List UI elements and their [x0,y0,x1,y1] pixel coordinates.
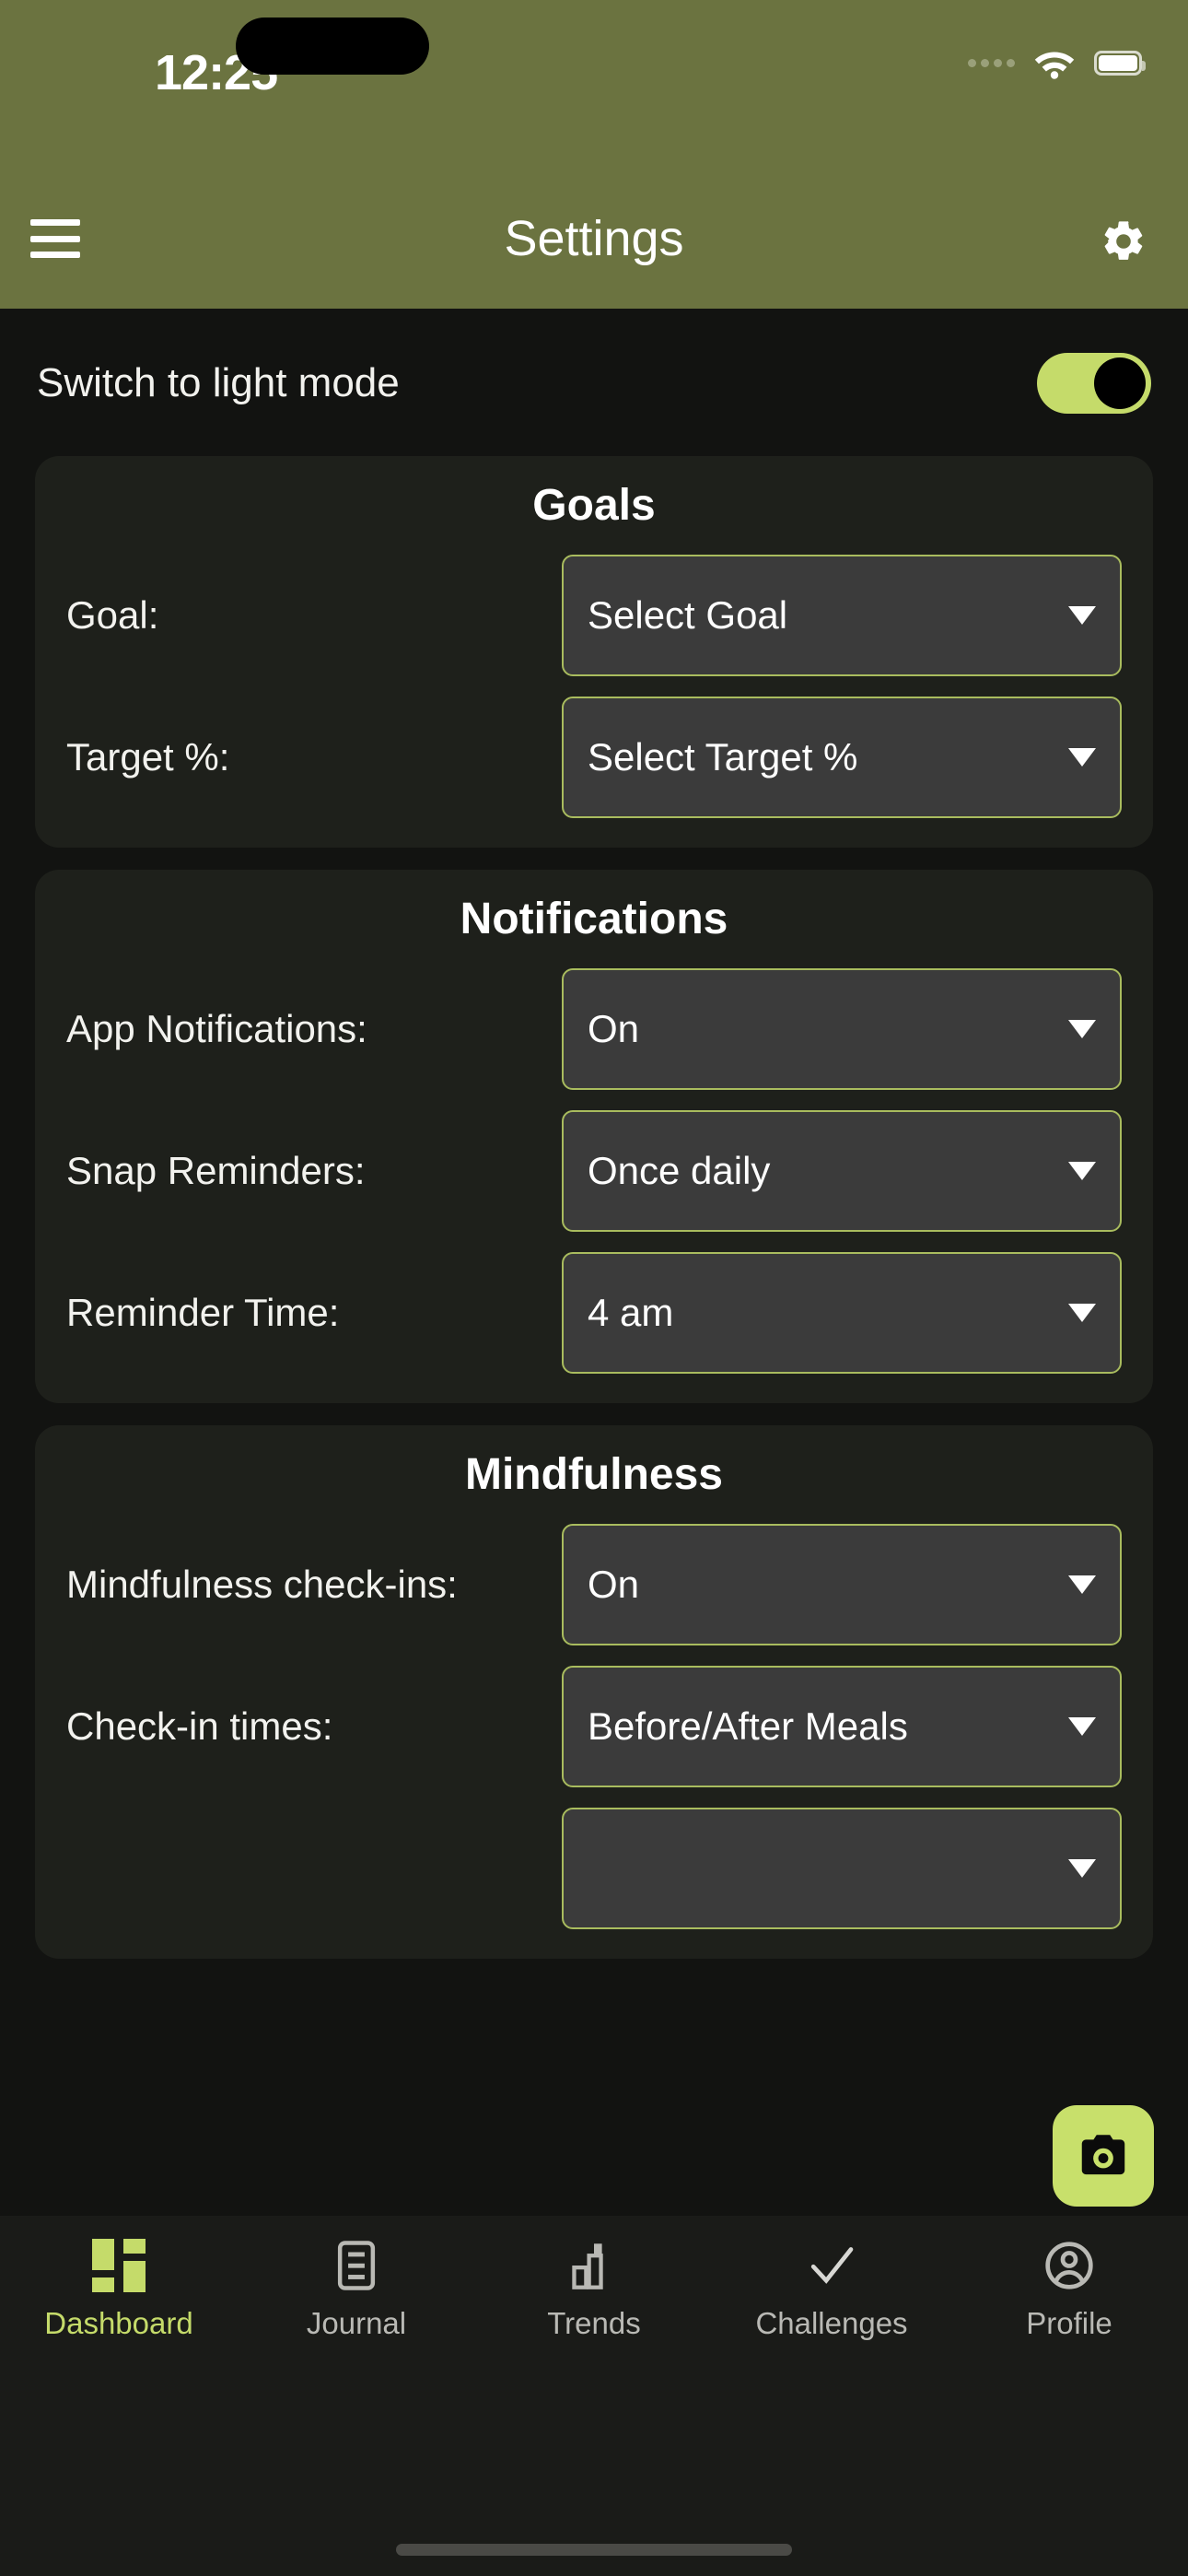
nav-item-profile[interactable]: Profile [950,2238,1188,2341]
setting-row-partial [66,1808,1122,1929]
select-reminder-time-value: 4 am [588,1291,674,1334]
nav-label-profile: Profile [1026,2306,1112,2340]
chevron-down-icon [1068,748,1096,767]
home-indicator [396,2544,792,2556]
setting-row-reminder-time: Reminder Time: 4 am [66,1252,1122,1374]
select-snap-reminders-value: Once daily [588,1149,771,1192]
select-goal[interactable]: Select Goal [562,555,1122,676]
setting-label-goal: Goal: [66,593,159,637]
section-card-mindfulness: Mindfulness Mindfulness check-ins: On Ch… [35,1425,1153,1959]
setting-row-checkin-times: Check-in times: Before/After Meals [66,1666,1122,1787]
camera-icon [1081,2135,1125,2175]
select-reminder-time[interactable]: 4 am [562,1252,1122,1374]
toggle-knob [1094,357,1146,409]
section-title-goals: Goals [532,481,656,530]
bottom-navigation-bar: Dashboard Journal Trends Challenges Prof… [0,2216,1188,2576]
nav-item-challenges[interactable]: Challenges [713,2238,950,2341]
chevron-down-icon [1068,606,1096,625]
setting-label-target-percent: Target %: [66,735,230,779]
nav-label-challenges: Challenges [755,2306,908,2340]
select-checkin-times-value: Before/After Meals [588,1704,908,1748]
select-goal-value: Select Goal [588,593,788,637]
select-app-notifications-value: On [588,1007,640,1050]
select-partial[interactable] [562,1808,1122,1929]
page-title: Settings [504,211,684,266]
setting-label-checkin-times: Check-in times: [66,1704,333,1748]
select-target-percent-value: Select Target % [588,735,858,779]
chevron-down-icon [1068,1304,1096,1322]
nav-item-journal[interactable]: Journal [238,2238,475,2341]
light-mode-row: Switch to light mode [0,309,1188,456]
setting-label-snap-reminders: Snap Reminders: [66,1149,366,1192]
nav-bar: Settings [0,175,1188,309]
setting-row-target-percent: Target %: Select Target % [66,697,1122,818]
camera-fab-button[interactable] [1053,2105,1154,2207]
app-screen: 12:25 Settings Switch to light mode Goal… [0,0,1188,2576]
user-circle-icon [1043,2238,1095,2293]
setting-row-snap-reminders: Snap Reminders: Once daily [66,1110,1122,1232]
signal-dots-icon [968,58,1015,67]
select-target-percent[interactable]: Select Target % [562,697,1122,818]
setting-label-app-notifications: App Notifications: [66,1007,367,1050]
light-mode-toggle[interactable] [1037,353,1151,414]
chevron-down-icon [1068,1020,1096,1038]
nav-label-journal: Journal [306,2306,407,2340]
select-checkin-times[interactable]: Before/After Meals [562,1666,1122,1787]
nav-item-trends[interactable]: Trends [475,2238,713,2341]
notebook-icon [332,2238,381,2293]
status-bar: 12:25 [0,0,1188,175]
chevron-down-icon [1068,1859,1096,1878]
chevron-down-icon [1068,1162,1096,1180]
grid-dashboard-icon [92,2238,146,2293]
select-app-notifications[interactable]: On [562,968,1122,1090]
nav-label-trends: Trends [547,2306,641,2340]
battery-icon [1094,50,1146,76]
nav-label-dashboard: Dashboard [44,2306,193,2340]
section-title-notifications: Notifications [460,895,728,943]
setting-label-reminder-time: Reminder Time: [66,1291,340,1334]
setting-label-mindfulness-checkins: Mindfulness check-ins: [66,1563,458,1606]
nav-item-dashboard[interactable]: Dashboard [0,2238,238,2341]
section-title-mindfulness: Mindfulness [464,1450,723,1499]
chevron-down-icon [1068,1717,1096,1736]
select-snap-reminders[interactable]: Once daily [562,1110,1122,1232]
light-mode-label: Switch to light mode [37,360,400,405]
setting-row-goal: Goal: Select Goal [66,555,1122,676]
section-card-goals: Goals Goal: Select Goal Target %: Select… [35,456,1153,848]
bar-chart-icon [568,2238,620,2293]
settings-scroll-area[interactable]: Switch to light mode Goals Goal: Select … [0,309,1188,2216]
section-card-notifications: Notifications App Notifications: On Snap… [35,870,1153,1403]
wifi-icon [1034,52,1075,79]
dynamic-island [236,18,429,75]
gear-icon[interactable] [1100,217,1147,270]
select-mindfulness-checkins-value: On [588,1563,640,1606]
check-icon [806,2238,857,2293]
top-bar: 12:25 Settings [0,0,1188,309]
chevron-down-icon [1068,1575,1096,1594]
setting-row-app-notifications: App Notifications: On [66,968,1122,1090]
status-icons [968,46,1146,79]
select-mindfulness-checkins[interactable]: On [562,1524,1122,1645]
setting-row-mindfulness-checkins: Mindfulness check-ins: On [66,1524,1122,1645]
